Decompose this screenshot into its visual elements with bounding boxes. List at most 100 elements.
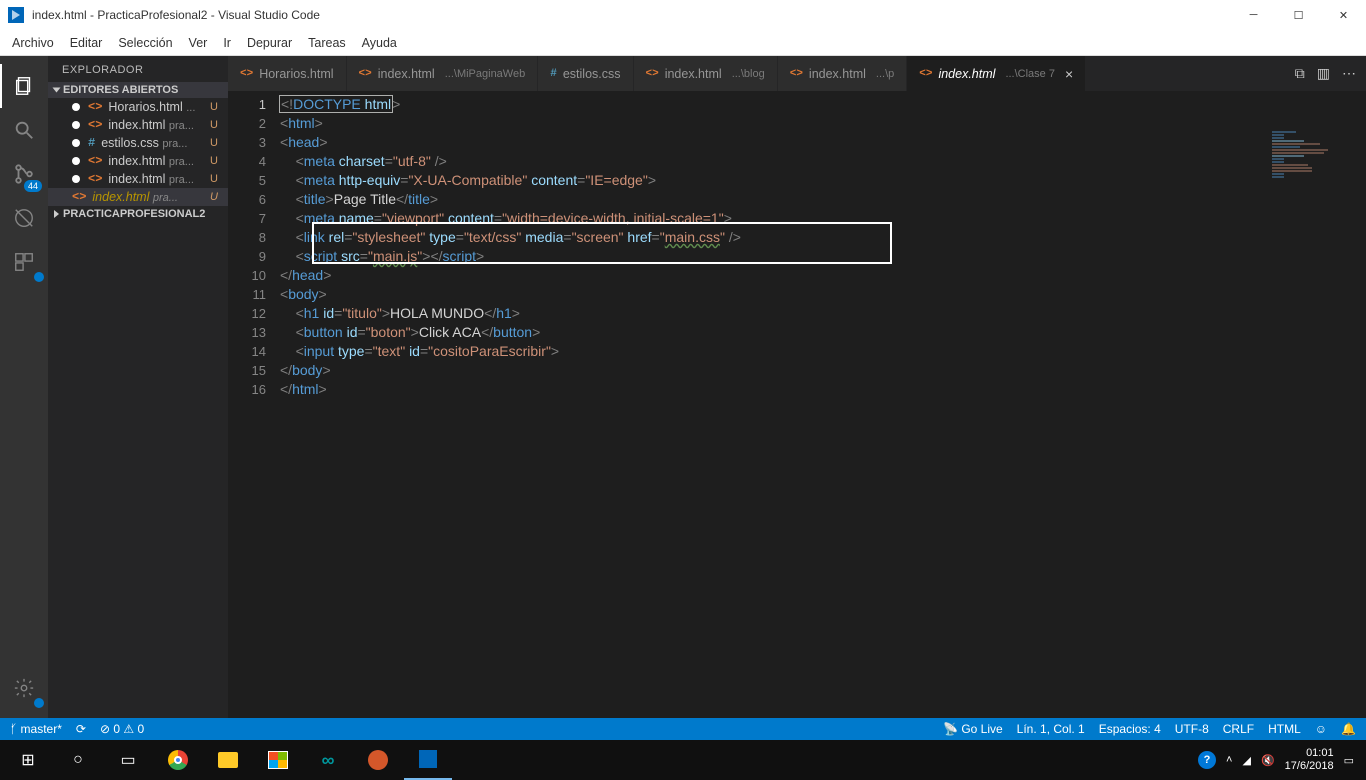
vscode-taskbar-icon[interactable]	[404, 740, 452, 780]
status-bell-icon[interactable]: 🔔	[1341, 722, 1356, 736]
explorer-folder-icon[interactable]	[204, 740, 252, 780]
open-editor-item[interactable]: <>index.html pra...U	[48, 116, 228, 134]
store-icon[interactable]	[254, 740, 302, 780]
git-status: U	[210, 191, 224, 203]
search-icon[interactable]	[0, 108, 48, 152]
dirty-indicator	[72, 139, 80, 147]
editor-tab[interactable]: <>index.html...\Clase 7×	[907, 56, 1086, 91]
compare-icon[interactable]: ⧉	[1295, 65, 1305, 82]
sidebar: EXPLORADOR EDITORES ABIERTOS <>Horarios.…	[48, 56, 228, 718]
file-icon: <>	[646, 68, 659, 80]
file-name: Horarios.html ...	[108, 100, 195, 114]
workspace-section[interactable]: PRACTICAPROFESIONAL2	[48, 206, 228, 222]
open-editor-item[interactable]: <>index.html pra...U	[48, 188, 228, 206]
menu-tareas[interactable]: Tareas	[300, 33, 354, 53]
status-cursor[interactable]: Lín. 1, Col. 1	[1017, 722, 1085, 736]
start-button[interactable]: ⊞	[4, 740, 52, 780]
dirty-indicator	[72, 103, 80, 111]
activity-bar: 44	[0, 56, 48, 718]
extensions-icon[interactable]	[0, 240, 48, 284]
minimize-button[interactable]: ─	[1231, 0, 1276, 30]
set-badge	[34, 698, 44, 708]
notifications-icon[interactable]: ▭	[1344, 754, 1354, 767]
line-gutter: 12345678910111213141516	[228, 91, 280, 718]
editor-tab[interactable]: <>index.html...\p	[778, 56, 908, 91]
menu-ayuda[interactable]: Ayuda	[354, 33, 405, 53]
tab-actions: ⧉ ▥ ⋯	[1285, 56, 1366, 91]
window-title: index.html - PracticaProfesional2 - Visu…	[32, 8, 320, 22]
volume-icon[interactable]: 🔇	[1261, 754, 1275, 767]
tray-up-icon[interactable]: ˄	[1226, 754, 1232, 766]
dirty-indicator	[72, 121, 80, 129]
maximize-button[interactable]: ☐	[1276, 0, 1321, 30]
file-icon: <>	[919, 68, 932, 80]
menu-archivo[interactable]: Archivo	[4, 33, 62, 53]
menu-editar[interactable]: Editar	[62, 33, 111, 53]
debug-icon[interactable]	[0, 196, 48, 240]
help-icon[interactable]: ?	[1198, 751, 1216, 769]
close-icon[interactable]: ×	[1065, 66, 1073, 82]
cortana-search-icon[interactable]: ○	[54, 740, 102, 780]
minimap[interactable]	[1272, 131, 1352, 231]
git-status: U	[210, 155, 224, 167]
open-editor-item[interactable]: #estilos.css pra...U	[48, 134, 228, 152]
settings-icon[interactable]	[0, 666, 48, 710]
task-view-icon[interactable]: ▭	[104, 740, 152, 780]
file-name: index.html pra...	[108, 154, 194, 168]
status-sync[interactable]: ⟳	[76, 722, 86, 736]
file-icon: #	[550, 68, 557, 80]
editor-tab[interactable]: <>index.html...\MiPaginaWeb	[347, 56, 539, 91]
tab-label: index.html	[665, 67, 722, 81]
open-editor-item[interactable]: <>index.html pra...U	[48, 170, 228, 188]
status-lang[interactable]: HTML	[1268, 722, 1301, 736]
dirty-indicator	[72, 175, 80, 183]
status-golive[interactable]: 📡 Go Live	[943, 722, 1003, 736]
clock[interactable]: 01:01 17/6/2018	[1285, 747, 1334, 773]
sidebar-title: EXPLORADOR	[48, 56, 228, 82]
explorer-icon[interactable]	[0, 64, 48, 108]
vscode-logo-icon	[8, 7, 24, 23]
file-icon: <>	[240, 68, 253, 80]
status-eol[interactable]: CRLF	[1223, 722, 1254, 736]
code-content[interactable]: <!DOCTYPE html><html><head> <meta charse…	[280, 91, 1366, 718]
arduino-icon[interactable]: ∞	[304, 740, 352, 780]
editor-tab[interactable]: #estilos.css	[538, 56, 633, 91]
open-editor-item[interactable]: <>Horarios.html ...U	[48, 98, 228, 116]
file-name: estilos.css pra...	[101, 136, 187, 150]
chrome-icon[interactable]	[154, 740, 202, 780]
source-control-icon[interactable]: 44	[0, 152, 48, 196]
menu-seleccion[interactable]: Selección	[110, 33, 180, 53]
app-icon[interactable]	[354, 740, 402, 780]
ext-badge	[34, 272, 44, 282]
more-icon[interactable]: ⋯	[1342, 65, 1356, 82]
dirty-indicator	[72, 157, 80, 165]
tab-path: ...\blog	[732, 68, 765, 80]
menu-depurar[interactable]: Depurar	[239, 33, 300, 53]
editor-tab[interactable]: <> index.html ...\blog	[634, 56, 778, 91]
menu-ver[interactable]: Ver	[181, 33, 216, 53]
tabs: <>Horarios.html<>index.html...\MiPaginaW…	[228, 56, 1366, 91]
status-problems[interactable]: ⊘ 0 ⚠ 0	[100, 722, 144, 736]
wifi-icon[interactable]: ◢	[1242, 754, 1250, 767]
file-icon: <>	[72, 190, 86, 204]
status-feedback-icon[interactable]: ☺	[1315, 722, 1327, 736]
status-branch[interactable]: ᚶ master*	[10, 722, 62, 736]
menu-ir[interactable]: Ir	[215, 33, 239, 53]
editor-tab[interactable]: <> Horarios.html	[228, 56, 347, 91]
tab-label: Horarios.html	[259, 67, 333, 81]
tab-label: index.html	[378, 67, 435, 81]
file-name: index.html pra...	[108, 172, 194, 186]
split-icon[interactable]: ▥	[1317, 65, 1330, 82]
open-editors-section[interactable]: EDITORES ABIERTOS	[48, 82, 228, 98]
file-name: index.html pra...	[108, 118, 194, 132]
status-encoding[interactable]: UTF-8	[1175, 722, 1209, 736]
status-indent[interactable]: Espacios: 4	[1099, 722, 1161, 736]
open-editor-item[interactable]: <>index.html pra...U	[48, 152, 228, 170]
menubar: Archivo Editar Selección Ver Ir Depurar …	[0, 30, 1366, 56]
file-icon: <>	[359, 68, 372, 80]
file-icon: <>	[790, 68, 803, 80]
git-status: U	[210, 137, 224, 149]
windows-taskbar: ⊞ ○ ▭ ∞ ? ˄ ◢ 🔇 01:01 17/6/2018 ▭	[0, 740, 1366, 780]
close-button[interactable]: ✕	[1321, 0, 1366, 30]
file-icon: <>	[88, 118, 102, 132]
